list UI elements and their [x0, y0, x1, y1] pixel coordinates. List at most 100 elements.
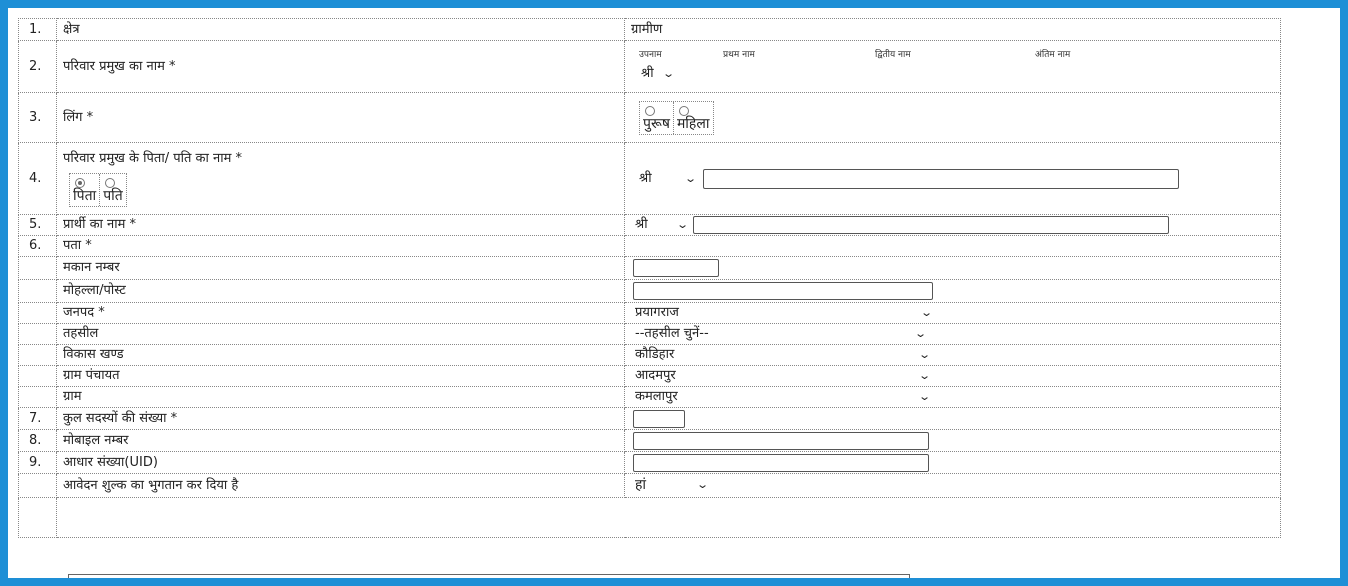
relation-option-father[interactable]: पिता	[70, 173, 101, 206]
father-prefix-value: श्री	[639, 170, 652, 186]
family-register-form: 1. क्षेत्र ग्रामीण 2. परिवार प्रमुख का न…	[18, 18, 1281, 538]
remarks-textarea[interactable]	[68, 574, 910, 578]
village-select[interactable]: कमलापुर ⌄	[631, 389, 931, 405]
mobile-number-input[interactable]	[633, 431, 929, 450]
blank-number-cell	[18, 497, 57, 538]
gram-panchayat-cell: आदमपुर ⌄	[624, 365, 1281, 387]
father-label: पिता	[73, 187, 97, 204]
gram-panchayat-label: ग्राम पंचायत	[56, 365, 625, 387]
surname-heading: उपनाम	[639, 49, 662, 60]
head-of-family-name-cell: उपनाम प्रथम नाम द्वितीय नाम अंतिम नाम श्…	[624, 40, 1281, 93]
first-name-heading: प्रथम नाम	[723, 49, 755, 60]
chevron-down-icon: ⌄	[917, 390, 931, 403]
row-number: 5.	[18, 214, 57, 236]
gender-cell: पुरूष महिला	[624, 92, 1281, 143]
village-label: ग्राम	[56, 386, 625, 408]
fee-paid-select[interactable]: हां ⌄	[631, 477, 709, 493]
fee-paid-label: आवेदन शुल्क का भुगतान कर दिया है	[56, 473, 625, 498]
father-husband-label: परिवार प्रमुख के पिता/ पति का नाम *	[63, 150, 242, 166]
mohalla-post-cell	[624, 279, 1281, 303]
chevron-down-icon: ⌄	[917, 348, 931, 361]
chevron-down-icon: ⌄	[695, 478, 709, 491]
total-members-input[interactable]	[633, 409, 685, 428]
chevron-down-icon: ⌄	[683, 171, 697, 185]
row-number: 9.	[18, 451, 57, 474]
row-number: 2.	[18, 40, 57, 93]
male-label: पुरूष	[643, 115, 670, 132]
gender-label: लिंग *	[56, 92, 625, 143]
applicant-prefix-select[interactable]: श्री ⌄	[635, 217, 689, 233]
chevron-down-icon: ⌄	[913, 327, 927, 340]
mohalla-post-label: मोहल्ला/पोस्ट	[56, 279, 625, 303]
district-label: जनपद *	[56, 302, 625, 324]
row-number: 6.	[18, 235, 57, 257]
fee-paid-cell: हां ⌄	[624, 473, 1281, 498]
blank-number-cell	[18, 365, 57, 387]
applicant-name-input[interactable]	[693, 216, 1169, 234]
female-label: महिला	[676, 115, 710, 132]
father-husband-input-cell: श्री ⌄	[624, 142, 1281, 215]
relation-option-husband[interactable]: पति	[100, 174, 126, 206]
block-cell: कौडिहार ⌄	[624, 344, 1281, 366]
block-value: कौडिहार	[635, 347, 675, 362]
husband-radio[interactable]	[105, 177, 116, 188]
aadhaar-label: आधार संख्या(UID)	[56, 451, 625, 474]
mohalla-post-input[interactable]	[633, 282, 933, 300]
block-select[interactable]: कौडिहार ⌄	[631, 347, 931, 363]
house-number-input[interactable]	[633, 259, 719, 277]
father-radio[interactable]	[75, 177, 85, 188]
father-prefix-select[interactable]: श्री ⌄	[639, 170, 697, 187]
address-label: पता *	[56, 235, 625, 257]
fee-paid-value: हां	[635, 477, 647, 493]
head-prefix-select[interactable]: श्री ⌄	[641, 65, 675, 82]
chevron-down-icon: ⌄	[661, 66, 675, 80]
applicant-name-cell: श्री ⌄	[624, 214, 1281, 236]
blank-number-cell	[18, 323, 57, 345]
tehsil-label: तहसील	[56, 323, 625, 345]
gram-panchayat-select[interactable]: आदमपुर ⌄	[631, 368, 931, 384]
row-number: 3.	[18, 92, 57, 143]
relation-radio-group: पिता पति	[69, 172, 127, 207]
female-radio[interactable]	[678, 105, 689, 116]
area-label: क्षेत्र	[56, 18, 625, 41]
applicant-name-label: प्रार्थी का नाम *	[56, 214, 625, 236]
area-value: ग्रामीण	[624, 18, 1281, 41]
total-members-label: कुल सदस्यों की संख्या *	[56, 407, 625, 430]
blank-number-cell	[18, 256, 57, 280]
chevron-down-icon: ⌄	[917, 369, 931, 382]
blank-number-cell	[18, 473, 57, 498]
second-name-heading: द्वितीय नाम	[875, 49, 911, 60]
aadhaar-input[interactable]	[633, 453, 929, 472]
blank-number-cell	[18, 302, 57, 324]
tehsil-value: --तहसील चुनें--	[635, 326, 709, 341]
chevron-down-icon: ⌄	[919, 306, 933, 319]
row-number: 7.	[18, 407, 57, 430]
tehsil-select[interactable]: --तहसील चुनें-- ⌄	[631, 326, 927, 342]
row-number: 4.	[18, 142, 57, 215]
row-number: 1.	[18, 18, 57, 41]
name-part-headings: उपनाम प्रथम नाम द्वितीय नाम अंतिम नाम	[631, 48, 1274, 62]
application-form-page: 1. क्षेत्र ग्रामीण 2. परिवार प्रमुख का न…	[8, 8, 1340, 578]
gender-option-male[interactable]: पुरूष	[640, 101, 674, 134]
mobile-number-label: मोबाइल नम्बर	[56, 429, 625, 452]
gender-option-female[interactable]: महिला	[674, 102, 713, 134]
address-header-cell	[624, 235, 1281, 257]
father-husband-cell: परिवार प्रमुख के पिता/ पति का नाम * पिता…	[56, 142, 625, 215]
father-husband-name-input[interactable]	[703, 168, 1179, 189]
last-name-heading: अंतिम नाम	[1035, 49, 1071, 60]
block-label: विकास खण्ड	[56, 344, 625, 366]
head-prefix-value: श्री	[641, 65, 654, 81]
male-radio[interactable]	[645, 105, 655, 116]
row-number: 8.	[18, 429, 57, 452]
blank-number-cell	[18, 386, 57, 408]
district-select[interactable]: प्रयागराज ⌄	[631, 305, 933, 321]
applicant-prefix-value: श्री	[635, 217, 648, 232]
house-number-cell	[624, 256, 1281, 280]
husband-label: पति	[103, 187, 123, 204]
gram-panchayat-value: आदमपुर	[635, 368, 676, 383]
total-members-cell	[624, 407, 1281, 430]
remarks-row-cell	[56, 497, 1281, 538]
district-cell: प्रयागराज ⌄	[624, 302, 1281, 324]
blank-number-cell	[18, 344, 57, 366]
head-of-family-name-label: परिवार प्रमुख का नाम *	[56, 40, 625, 93]
